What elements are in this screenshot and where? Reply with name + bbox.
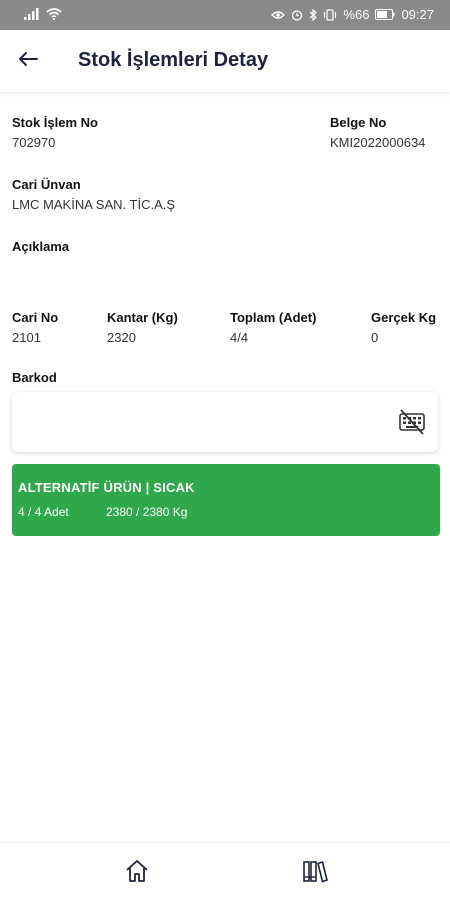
nav-library-button[interactable] (301, 859, 329, 887)
kantar-label: Kantar (Kg) (107, 310, 178, 325)
gercek-kg-label: Gerçek Kg (371, 310, 437, 325)
page-title: Stok İşlemleri Detay (78, 49, 269, 71)
keyboard-off-icon[interactable] (398, 409, 426, 435)
status-right: %66 09:27 (271, 7, 434, 22)
gercek-kg-field: Gerçek Kg 0 (371, 310, 436, 345)
aciklama-field: Açıklama (12, 239, 69, 259)
product-title: ALTERNATİF ÜRÜN | SICAK (18, 480, 195, 495)
cari-unvan-value: LMC MAKİNA SAN. TİC.A.Ş (12, 197, 176, 212)
belge-no-label: Belge No (330, 115, 387, 130)
barkod-input[interactable] (24, 392, 388, 454)
toplam-value: 4/4 (230, 330, 249, 345)
product-summary: 4 / 4 Adet 2380 / 2380 Kg (18, 505, 434, 519)
wifi-icon (46, 8, 62, 23)
kantar-value: 2320 (107, 330, 136, 345)
eye-icon (271, 10, 286, 20)
library-icon (302, 858, 328, 889)
stok-islem-no-field: Stok İşlem No 702970 (12, 115, 98, 150)
product-weight: 2380 / 2380 Kg (106, 505, 188, 519)
barkod-label: Barkod (12, 370, 57, 385)
barkod-field (12, 392, 438, 454)
belge-no-value: KMI2022000634 (330, 135, 426, 150)
cari-no-value: 2101 (12, 330, 41, 345)
aciklama-label: Açıklama (12, 239, 70, 254)
kantar-field: Kantar (Kg) 2320 (107, 310, 178, 345)
back-arrow-icon (18, 51, 38, 72)
cari-unvan-field: Cari Ünvan LMC MAKİNA SAN. TİC.A.Ş (12, 177, 175, 212)
home-icon (124, 858, 150, 889)
status-time: 09:27 (401, 7, 434, 22)
product-card[interactable]: ALTERNATİF ÜRÜN | SICAK 4 / 4 Adet 2380 … (12, 464, 440, 536)
bottom-nav (0, 842, 450, 901)
alarm-icon (291, 9, 303, 21)
battery-percent: %66 (343, 7, 370, 22)
stok-islem-no-label: Stok İşlem No (12, 115, 98, 130)
toplam-field: Toplam (Adet) 4/4 (230, 310, 316, 345)
product-quantity: 4 / 4 Adet (18, 505, 69, 519)
vibrate-icon (323, 8, 337, 21)
nav-home-button[interactable] (123, 859, 151, 887)
gercek-kg-value: 0 (371, 330, 379, 345)
bluetooth-icon (309, 8, 318, 21)
app-bar: Stok İşlemleri Detay (0, 30, 450, 92)
toplam-label: Toplam (Adet) (230, 310, 317, 325)
cari-unvan-label: Cari Ünvan (12, 177, 81, 192)
stok-islem-no-value: 702970 (12, 135, 56, 150)
status-left (24, 8, 62, 23)
signal-icon (24, 8, 40, 23)
back-button[interactable] (14, 47, 42, 75)
cari-no-label: Cari No (12, 310, 59, 325)
battery-icon (375, 9, 395, 20)
belge-no-field: Belge No KMI2022000634 (330, 115, 425, 150)
status-bar: %66 09:27 (0, 0, 450, 30)
cari-no-field: Cari No 2101 (12, 310, 58, 345)
